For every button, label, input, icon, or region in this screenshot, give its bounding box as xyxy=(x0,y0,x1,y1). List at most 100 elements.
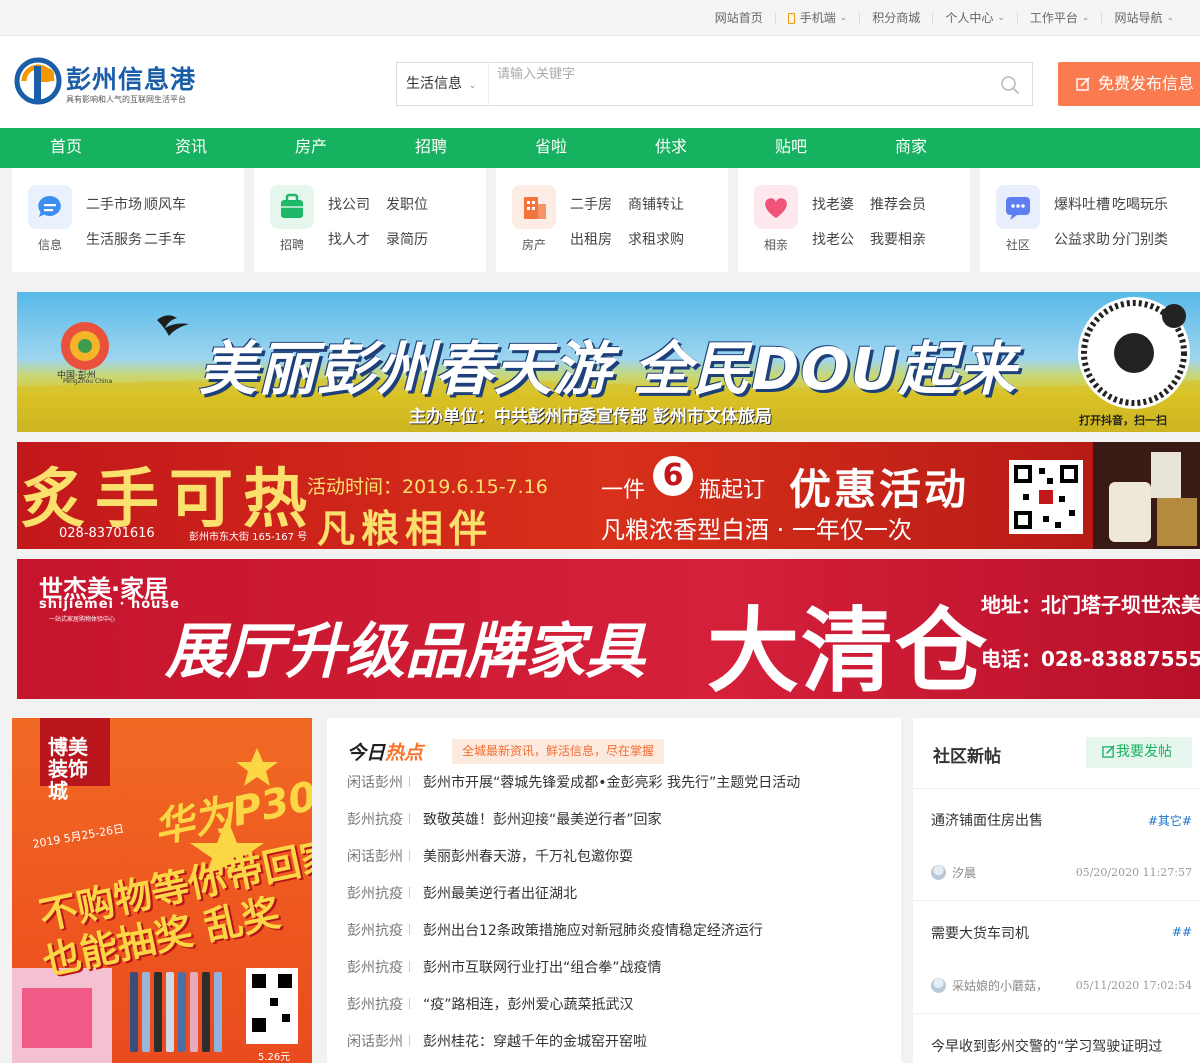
top-link-1[interactable]: 手机端 ⌄ xyxy=(774,11,860,25)
category-card-label[interactable]: 招聘 xyxy=(270,236,314,253)
hot-news-title: 今日热点 xyxy=(347,738,423,765)
nav-item-0[interactable]: 首页 xyxy=(0,128,120,168)
search-category-label: 生活信息 xyxy=(406,76,462,92)
news-category[interactable]: 彭州抗疫 xyxy=(347,920,423,940)
search-category-select[interactable]: 生活信息 ⌄ xyxy=(397,63,489,105)
news-item[interactable]: 彭州抗疫 彭州出台12条政策措施应对新冠肺炎疫情稳定经济运行 xyxy=(347,920,763,940)
category-card-label[interactable]: 房产 xyxy=(512,236,556,253)
category-link[interactable]: 爆料吐槽 xyxy=(1054,194,1110,214)
category-card-label[interactable]: 社区 xyxy=(996,236,1040,253)
top-link-label: 工作平台 xyxy=(1029,10,1078,25)
category-link[interactable]: 二手市场 xyxy=(86,194,142,214)
category-link[interactable]: 找老婆 xyxy=(812,194,854,214)
top-link-5[interactable]: 网站导航 ⌄ xyxy=(1101,11,1186,25)
news-category[interactable]: 彭州抗疫 xyxy=(347,957,423,977)
category-link[interactable]: 找人才 xyxy=(328,229,370,249)
post-title[interactable]: 通济铺面住房出售 xyxy=(931,810,1043,830)
news-category[interactable]: 彭州抗疫 xyxy=(347,994,423,1014)
news-item[interactable]: 彭州抗疫 彭州最美逆行者出征湖北 xyxy=(347,883,577,903)
post-title[interactable]: 需要大货车司机 xyxy=(931,923,1029,943)
news-title[interactable]: 致敬英雄！彭州迎接“最美逆行者”回家 xyxy=(423,809,662,829)
news-title[interactable]: 彭州桂花：穿越千年的金城窑开窑啦 xyxy=(423,1031,647,1051)
search-input[interactable] xyxy=(497,63,977,85)
nav-item-7[interactable]: 商家 xyxy=(840,128,960,168)
post-tag[interactable]: #其它# xyxy=(1148,812,1192,829)
news-category[interactable]: 彭州抗疫 xyxy=(347,809,423,829)
category-link[interactable]: 二手房 xyxy=(570,194,612,214)
category-link[interactable]: 分门别类 xyxy=(1112,229,1168,249)
community-title: 社区新帖 xyxy=(933,747,1001,767)
category-link[interactable]: 生活服务 xyxy=(86,229,142,249)
publish-label: 免费发布信息 xyxy=(1098,74,1195,93)
news-title[interactable]: 彭州市开展“蓉城先锋爱成都•金彭亮彩 我先行”主题党日活动 xyxy=(423,772,800,792)
news-item[interactable]: 彭州抗疫 致敬英雄！彭州迎接“最美逆行者”回家 xyxy=(347,809,662,829)
category-link[interactable]: 吃喝玩乐 xyxy=(1112,194,1168,214)
category-link[interactable]: 我要相亲 xyxy=(870,229,926,249)
chevron-down-icon: ⌄ xyxy=(466,81,477,91)
category-link[interactable]: 找公司 xyxy=(328,194,370,214)
ad-decoration-city[interactable]: 博美装饰城 2019 5月25-26日 华为P30 不购物等你带回家 也能抽奖 … xyxy=(12,718,312,1063)
nav-item-3[interactable]: 招聘 xyxy=(360,128,480,168)
site-logo[interactable]: 彭州信息港 具有影响和人气的互联网生活平台 xyxy=(14,56,199,108)
news-item[interactable]: 闲话彭州 美丽彭州春天游，千万礼包邀你耍 xyxy=(347,846,633,866)
category-link[interactable]: 二手车 xyxy=(144,229,186,249)
chevron-down-icon: ⌄ xyxy=(1166,12,1174,23)
logo-mark-icon xyxy=(14,57,62,105)
chat-bubble-icon[interactable] xyxy=(28,185,72,229)
new-post-button[interactable]: 我要发帖 xyxy=(1086,737,1192,768)
news-item[interactable]: 彭州抗疫 彭州市互联网行业打出“组合拳”战疫情 xyxy=(347,957,662,977)
banner-furniture[interactable]: 世杰美·家居 shijiemei · house 一站式家居购物体验中心 展厅升… xyxy=(17,559,1200,699)
category-link[interactable]: 录简历 xyxy=(386,229,428,249)
banner-liquor[interactable]: 炙手可热 活动时间：2019.6.15-7.16 凡粮相伴 028-837016… xyxy=(17,442,1200,549)
category-link[interactable]: 商铺转让 xyxy=(628,194,684,214)
building-icon[interactable] xyxy=(512,185,556,229)
briefcase-icon[interactable] xyxy=(270,185,314,229)
post-title[interactable]: 今早收到彭州交警的“学习驾驶证明过 xyxy=(931,1036,1162,1056)
post-author[interactable]: 采姑娘的小蘑菇， xyxy=(931,977,1048,994)
news-category[interactable]: 闲话彭州 xyxy=(347,846,423,866)
category-link[interactable]: 求租求购 xyxy=(628,229,684,249)
heart-icon[interactable] xyxy=(754,185,798,229)
banner-spring-tour[interactable]: 美丽彭州春天游 全民DOU起来 主办单位：中共彭州市委宣传部 彭州市文体旅局 中… xyxy=(17,292,1200,432)
category-card-0: 信息 二手市场 顺风车 生活服务 二手车 xyxy=(12,168,244,272)
category-link[interactable]: 推荐会员 xyxy=(870,194,926,214)
news-title[interactable]: 彭州出台12条政策措施应对新冠肺炎疫情稳定经济运行 xyxy=(423,920,763,940)
nav-item-1[interactable]: 资讯 xyxy=(120,128,240,168)
top-link-4[interactable]: 工作平台 ⌄ xyxy=(1016,10,1102,25)
category-link[interactable]: 发职位 xyxy=(386,194,428,214)
category-link[interactable]: 出租房 xyxy=(570,229,612,249)
publish-info-button[interactable]: 免费发布信息 xyxy=(1058,62,1200,106)
category-link[interactable]: 公益求助 xyxy=(1054,229,1110,249)
news-item[interactable]: 闲话彭州 彭州桂花：穿越千年的金城窑开窑啦 xyxy=(347,1031,647,1051)
post-author[interactable]: 汐晨 xyxy=(931,864,976,881)
news-title[interactable]: 美丽彭州春天游，千万礼包邀你耍 xyxy=(423,846,633,866)
top-link-0[interactable]: 网站首页 xyxy=(703,11,775,25)
post-tag[interactable]: ## xyxy=(1172,925,1192,939)
nav-item-5[interactable]: 供求 xyxy=(600,128,720,168)
category-link[interactable]: 找老公 xyxy=(812,229,854,249)
nav-item-2[interactable]: 房产 xyxy=(240,128,360,168)
nav-item-6[interactable]: 贴吧 xyxy=(720,128,840,168)
category-card-label[interactable]: 相亲 xyxy=(754,236,798,253)
banner-spring-logo-sub: PengZhou China xyxy=(63,378,113,385)
news-title[interactable]: 彭州最美逆行者出征湖北 xyxy=(423,883,577,903)
news-item[interactable]: 彭州抗疫 “疫”路相连，彭州爱心蔬菜抵武汉 xyxy=(347,994,634,1014)
news-category[interactable]: 闲话彭州 xyxy=(347,772,423,792)
news-item[interactable]: 闲话彭州 彭州市开展“蓉城先锋爱成都•金彭亮彩 我先行”主题党日活动 xyxy=(347,772,800,792)
search-icon[interactable] xyxy=(1000,75,1020,95)
top-link-3[interactable]: 个人中心 ⌄ xyxy=(932,11,1017,25)
category-card-4: 社区 爆料吐槽 吃喝玩乐 公益求助 分门别类 xyxy=(980,168,1200,272)
news-category[interactable]: 彭州抗疫 xyxy=(347,883,423,903)
nav-item-4[interactable]: 省啦 xyxy=(480,128,600,168)
news-category[interactable]: 闲话彭州 xyxy=(347,1031,423,1051)
news-title[interactable]: 彭州市互联网行业打出“组合拳”战疫情 xyxy=(423,957,662,977)
banner-liquor-bottle-image xyxy=(1093,442,1200,549)
message-dots-icon[interactable] xyxy=(996,185,1040,229)
category-link[interactable]: 顺风车 xyxy=(144,194,186,214)
top-link-2[interactable]: 积分商城 xyxy=(859,11,932,25)
category-card-label[interactable]: 信息 xyxy=(28,236,72,253)
news-title[interactable]: “疫”路相连，彭州爱心蔬菜抵武汉 xyxy=(423,994,634,1014)
hot-news-tag: 全城最新资讯，鲜活信息，尽在掌握 xyxy=(452,739,665,764)
banner-liquor-offer-big: 优惠活动 xyxy=(789,465,970,514)
banner-liquor-offer-num: 6 xyxy=(653,456,693,496)
